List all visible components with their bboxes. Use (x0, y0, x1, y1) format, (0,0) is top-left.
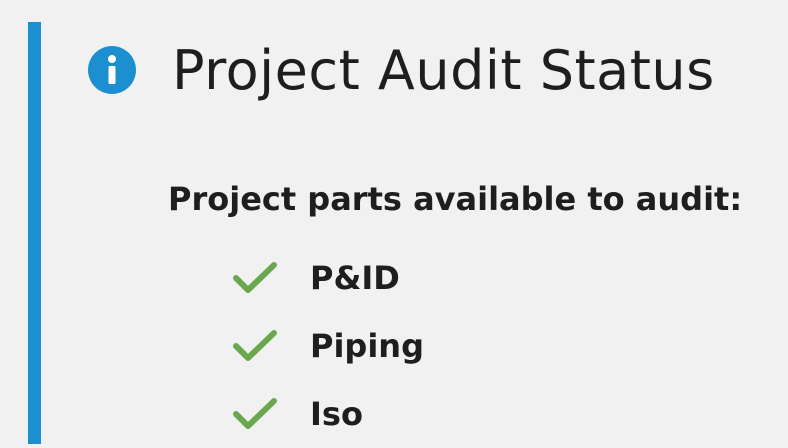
panel-header: Project Audit Status (88, 30, 715, 110)
parts-heading: Project parts available to audit: (168, 180, 743, 218)
page-title: Project Audit Status (172, 38, 715, 102)
info-icon (88, 46, 136, 94)
list-item: Piping (232, 312, 424, 380)
part-label-iso: Iso (310, 395, 363, 433)
check-icon (232, 396, 278, 432)
list-item: P&ID (232, 244, 424, 312)
list-item: Iso (232, 380, 424, 448)
check-icon (232, 260, 278, 296)
check-icon (232, 328, 278, 364)
accent-bar (28, 22, 41, 444)
part-label-piping: Piping (310, 327, 424, 365)
part-label-pid: P&ID (310, 259, 400, 297)
parts-list: P&ID Piping Iso (232, 244, 424, 448)
